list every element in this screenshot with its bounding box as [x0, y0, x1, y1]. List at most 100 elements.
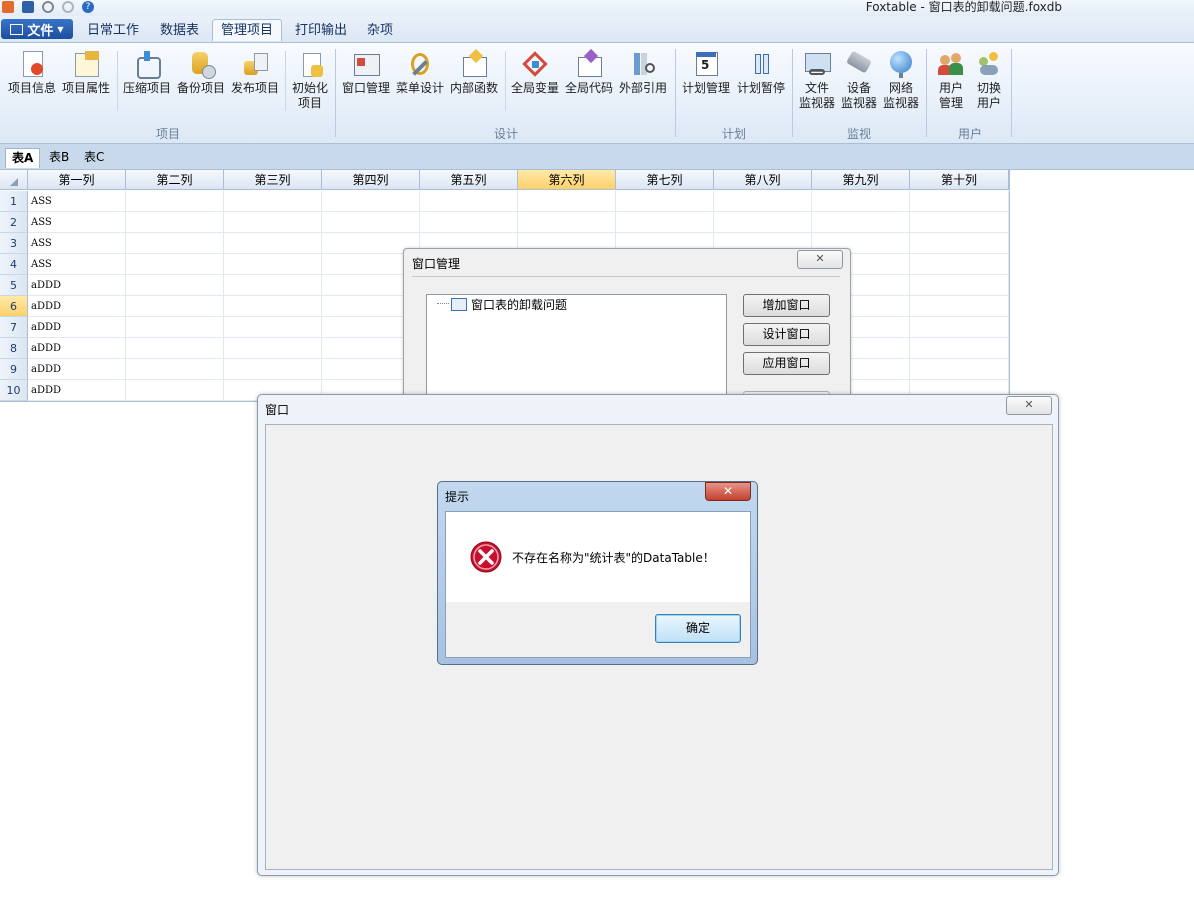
grid-cell[interactable]: [910, 359, 1009, 380]
grid-cell[interactable]: ASS: [28, 191, 126, 212]
row-header[interactable]: 5: [0, 275, 28, 296]
grid-cell[interactable]: [420, 191, 518, 212]
backup-project-button[interactable]: 备份项目: [175, 49, 227, 96]
grid-cell[interactable]: [322, 191, 420, 212]
grid-cell[interactable]: [224, 296, 322, 317]
column-header[interactable]: 第五列: [420, 170, 518, 190]
switch-user-button[interactable]: 切换 用户: [969, 49, 1009, 111]
grid-cell[interactable]: [224, 317, 322, 338]
grid-cell[interactable]: [126, 338, 224, 359]
grid-cell[interactable]: [714, 212, 812, 233]
network-monitor-button[interactable]: 网络 监视器: [881, 49, 921, 111]
grid-cell[interactable]: [910, 338, 1009, 359]
plan-pause-button[interactable]: 计划暂停: [735, 49, 787, 96]
row-header[interactable]: 6: [0, 296, 28, 317]
row-header[interactable]: 3: [0, 233, 28, 254]
help-icon[interactable]: ?: [82, 1, 94, 13]
grid-cell[interactable]: aDDD: [28, 275, 126, 296]
tree-item[interactable]: 窗口表的卸载问题: [471, 296, 567, 313]
tab-manage-project[interactable]: 管理项目: [212, 19, 283, 41]
menu-design-button[interactable]: 菜单设计: [394, 49, 446, 96]
grid-cell[interactable]: [224, 275, 322, 296]
column-header[interactable]: 第七列: [616, 170, 714, 190]
sheet-tab-a[interactable]: 表A: [5, 148, 41, 168]
internal-functions-button[interactable]: 内部函数: [448, 48, 500, 96]
grid-cell[interactable]: [812, 191, 910, 212]
global-variables-button[interactable]: 全局变量: [509, 49, 561, 96]
file-monitor-button[interactable]: 文件 监视器: [797, 49, 837, 111]
form-window-close-button[interactable]: ✕: [1006, 396, 1052, 415]
tab-misc[interactable]: 杂项: [359, 20, 401, 41]
grid-cell[interactable]: [126, 317, 224, 338]
sheet-tab-c[interactable]: 表C: [78, 148, 110, 167]
grid-cell[interactable]: [126, 191, 224, 212]
grid-cell[interactable]: [420, 212, 518, 233]
row-header[interactable]: 1: [0, 191, 28, 212]
grid-cell[interactable]: aDDD: [28, 338, 126, 359]
grid-cell[interactable]: [126, 380, 224, 401]
file-menu-button[interactable]: 文件 ▼: [1, 19, 73, 39]
device-monitor-button[interactable]: 设备 监视器: [839, 49, 879, 111]
row-header[interactable]: 2: [0, 212, 28, 233]
column-header[interactable]: 第二列: [126, 170, 224, 190]
grid-cell[interactable]: [224, 191, 322, 212]
grid-cell[interactable]: aDDD: [28, 296, 126, 317]
external-references-button[interactable]: 外部引用: [617, 49, 669, 96]
grid-cell[interactable]: [224, 233, 322, 254]
grid-cell[interactable]: [518, 212, 616, 233]
grid-cell[interactable]: [910, 233, 1009, 254]
grid-cell[interactable]: [518, 191, 616, 212]
grid-cell[interactable]: aDDD: [28, 380, 126, 401]
select-all-corner[interactable]: [0, 170, 28, 190]
grid-cell[interactable]: [126, 254, 224, 275]
row-header[interactable]: 10: [0, 380, 28, 401]
grid-cell[interactable]: ASS: [28, 233, 126, 254]
grid-cell[interactable]: [910, 275, 1009, 296]
undo-icon[interactable]: [42, 1, 54, 13]
save-icon[interactable]: [22, 1, 34, 13]
row-header[interactable]: 7: [0, 317, 28, 338]
grid-cell[interactable]: [910, 191, 1009, 212]
column-header[interactable]: 第八列: [714, 170, 812, 190]
publish-project-button[interactable]: 发布项目: [229, 49, 281, 96]
grid-cell[interactable]: aDDD: [28, 359, 126, 380]
grid-cell[interactable]: ASS: [28, 212, 126, 233]
sheet-tab-b[interactable]: 表B: [43, 148, 75, 167]
window-manager-close-button[interactable]: ✕: [797, 250, 843, 269]
project-info-button[interactable]: 项目信息: [6, 49, 58, 96]
plan-manager-button[interactable]: 5 计划管理: [680, 49, 732, 96]
initialize-project-button[interactable]: 初始化 项目: [289, 49, 331, 111]
column-header[interactable]: 第一列: [28, 170, 126, 190]
tab-print-output[interactable]: 打印输出: [287, 20, 355, 41]
global-code-button[interactable]: 全局代码: [563, 48, 615, 96]
column-header[interactable]: 第十列: [910, 170, 1009, 190]
message-box-close-button[interactable]: ✕: [705, 482, 751, 501]
apply-window-button[interactable]: 应用窗口: [743, 352, 830, 375]
column-header[interactable]: 第四列: [322, 170, 420, 190]
grid-cell[interactable]: [910, 296, 1009, 317]
grid-cell[interactable]: ASS: [28, 254, 126, 275]
tab-data-table[interactable]: 数据表: [152, 20, 207, 41]
column-header[interactable]: 第三列: [224, 170, 322, 190]
grid-cell[interactable]: [910, 317, 1009, 338]
grid-cell[interactable]: [224, 359, 322, 380]
tab-daily-work[interactable]: 日常工作: [79, 20, 147, 41]
design-window-button[interactable]: 设计窗口: [743, 323, 830, 346]
ok-button[interactable]: 确定: [655, 614, 741, 643]
grid-cell[interactable]: [224, 212, 322, 233]
user-management-button[interactable]: 用户 管理: [931, 49, 971, 111]
project-properties-button[interactable]: 项目属性: [60, 49, 112, 96]
grid-cell[interactable]: [126, 359, 224, 380]
row-header[interactable]: 4: [0, 254, 28, 275]
row-header[interactable]: 8: [0, 338, 28, 359]
redo-icon[interactable]: [62, 1, 74, 13]
grid-cell[interactable]: [126, 233, 224, 254]
grid-cell[interactable]: [224, 338, 322, 359]
compress-project-button[interactable]: 压缩项目: [121, 49, 173, 96]
column-header-selected[interactable]: 第六列: [518, 170, 616, 190]
grid-cell[interactable]: [714, 191, 812, 212]
grid-cell[interactable]: [224, 254, 322, 275]
grid-cell[interactable]: aDDD: [28, 317, 126, 338]
row-header[interactable]: 9: [0, 359, 28, 380]
grid-cell[interactable]: [616, 191, 714, 212]
